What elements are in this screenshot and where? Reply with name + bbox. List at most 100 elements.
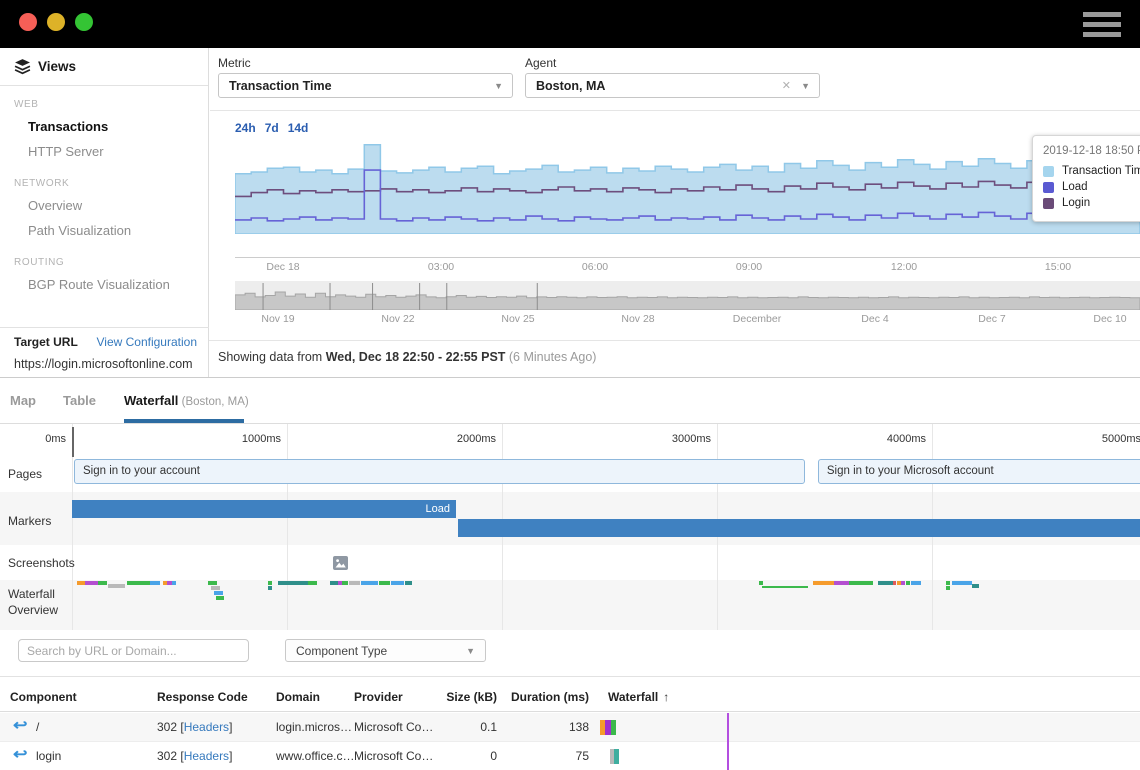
legend-label: Transaction Time [1062,165,1140,177]
layers-icon [14,58,31,75]
tab-waterfall[interactable]: Waterfall (Boston, MA) [124,393,249,408]
chevron-down-icon: ▼ [494,81,503,91]
headers-link[interactable]: Headers [184,720,229,734]
maximize-window-button[interactable] [75,13,93,31]
brush-axis-tick: Nov 25 [501,313,534,325]
agent-label: Agent [525,56,556,70]
page-bar[interactable]: Sign in to your Microsoft account [818,459,1140,484]
tab-suffix: (Boston, MA) [178,396,248,408]
overview-request-segment [214,591,223,595]
x-axis-tick: 12:00 [891,261,917,273]
agent-dropdown[interactable]: Boston, MA ✕ ▼ [525,73,820,98]
timeline-scale-label: 2000ms [452,433,496,445]
column-header-duration-ms-[interactable]: Duration (ms) [489,690,589,704]
overview-request-segment [405,581,412,585]
waterfall-segment [614,749,619,764]
overview-request-segment [150,581,160,585]
legend-swatch [1043,198,1054,209]
overview-request-segment [330,581,338,585]
range-link-14d[interactable]: 14d [288,121,309,135]
brush-axis-tick: Nov 22 [381,313,414,325]
timeline-gridline [287,424,288,630]
cell-size: 0 [437,749,497,763]
brush-axis-tick: Nov 19 [261,313,294,325]
time-range-links: 24h 7d 14d [235,121,317,135]
column-header-domain[interactable]: Domain [276,690,320,704]
cell-waterfall-bar [610,749,619,764]
sidebar-item-bgp-route-visualization[interactable]: BGP Route Visualization [0,272,208,297]
overview-request-segment [834,581,849,585]
component-type-dropdown[interactable]: Component Type ▼ [285,639,486,662]
column-header-provider[interactable]: Provider [354,690,403,704]
status-ago: (6 Minutes Ago) [505,350,596,364]
overview-request-segment [268,586,272,590]
waterfall-segment [611,720,616,735]
overview-request-segment [278,581,308,585]
brush-axis-tick: Dec 10 [1093,313,1126,325]
sidebar-item-path-visualization[interactable]: Path Visualization [0,218,208,243]
redirect-icon: ↩ [13,716,27,734]
column-header-component[interactable]: Component [10,690,77,704]
legend-item: Login [1043,197,1140,209]
overview-request-segment [268,581,272,585]
sidebar-section-label: NETWORK [0,164,208,193]
cell-duration: 138 [489,720,589,734]
cell-provider: Microsoft Co… [354,720,433,734]
close-window-button[interactable] [19,13,37,31]
sidebar-item-http-server[interactable]: HTTP Server [0,139,208,164]
views-sidebar: Views WEBTransactionsHTTP ServerNETWORKO… [0,48,209,377]
column-header-waterfall[interactable]: Waterfall↑ [608,690,669,704]
table-row[interactable]: ↩login302 [Headers]www.office.c…Microsof… [0,742,1140,770]
brush-axis-tick: December [733,313,781,325]
overview-request-segment [762,586,808,588]
legend-item: Transaction Time [1043,165,1140,177]
status-bar: Showing data from Wed, Dec 18 22:50 - 22… [209,340,1140,378]
waterfall-row-label-markers: Markers [8,513,72,529]
range-link-7d[interactable]: 7d [265,121,279,135]
cell-component: / [36,720,39,734]
metric-value: Transaction Time [229,79,332,93]
column-header-size-kb-[interactable]: Size (kB) [437,690,497,704]
component-table-header: Component Response Code Domain Provider Size… [0,676,1140,712]
cell-waterfall-bar [600,720,616,735]
screenshot-thumbnail-icon[interactable] [333,556,348,575]
overview-request-segment [972,584,979,588]
status-prefix: Showing data from [218,350,326,364]
timeline-brush-chart[interactable] [235,281,1140,310]
page-bar[interactable]: Sign in to your account [74,459,805,484]
cell-domain: www.office.c… [276,749,354,763]
view-configuration-link[interactable]: View Configuration [96,335,197,349]
legend-item: Load [1043,181,1140,193]
minimize-window-button[interactable] [47,13,65,31]
views-title: Views [38,59,76,74]
metric-dropdown[interactable]: Transaction Time ▼ [218,73,513,98]
search-input[interactable] [18,639,249,662]
column-header-response-code[interactable]: Response Code [157,690,248,704]
range-link-24h[interactable]: 24h [235,121,256,135]
legend-swatch [1043,166,1054,177]
table-row[interactable]: ↩/302 [Headers]login.micros…Microsoft Co… [0,713,1140,742]
x-axis-line [235,257,1140,258]
headers-link[interactable]: Headers [184,749,229,763]
marker-bar[interactable] [458,519,1140,537]
tab-table[interactable]: Table [63,393,96,408]
sidebar-item-overview[interactable]: Overview [0,193,208,218]
metric-label: Metric [218,56,251,70]
cell-response-code: 302 [Headers] [157,749,232,763]
x-clear-icon[interactable]: ✕ [782,79,791,92]
target-url-label: Target URL [14,335,78,349]
marker-bar[interactable]: Load [72,500,456,518]
overview-request-segment [849,581,873,585]
waterfall-panel: 0ms1000ms2000ms3000ms4000ms5000msPagesMa… [0,424,1140,630]
waterfall-row-label-screenshots: Screenshots [8,555,72,571]
tab-map[interactable]: Map [10,393,36,408]
hamburger-menu-icon[interactable] [1083,12,1121,38]
overview-request-segment [216,596,224,600]
timeline-scale-label: 4000ms [882,433,926,445]
cell-domain: login.micros… [276,720,352,734]
overview-request-segment [85,581,98,585]
sidebar-item-transactions[interactable]: Transactions [0,114,208,139]
overview-request-segment [342,581,348,585]
chevron-down-icon: ▼ [801,81,810,91]
transaction-time-chart[interactable] [235,140,1140,234]
